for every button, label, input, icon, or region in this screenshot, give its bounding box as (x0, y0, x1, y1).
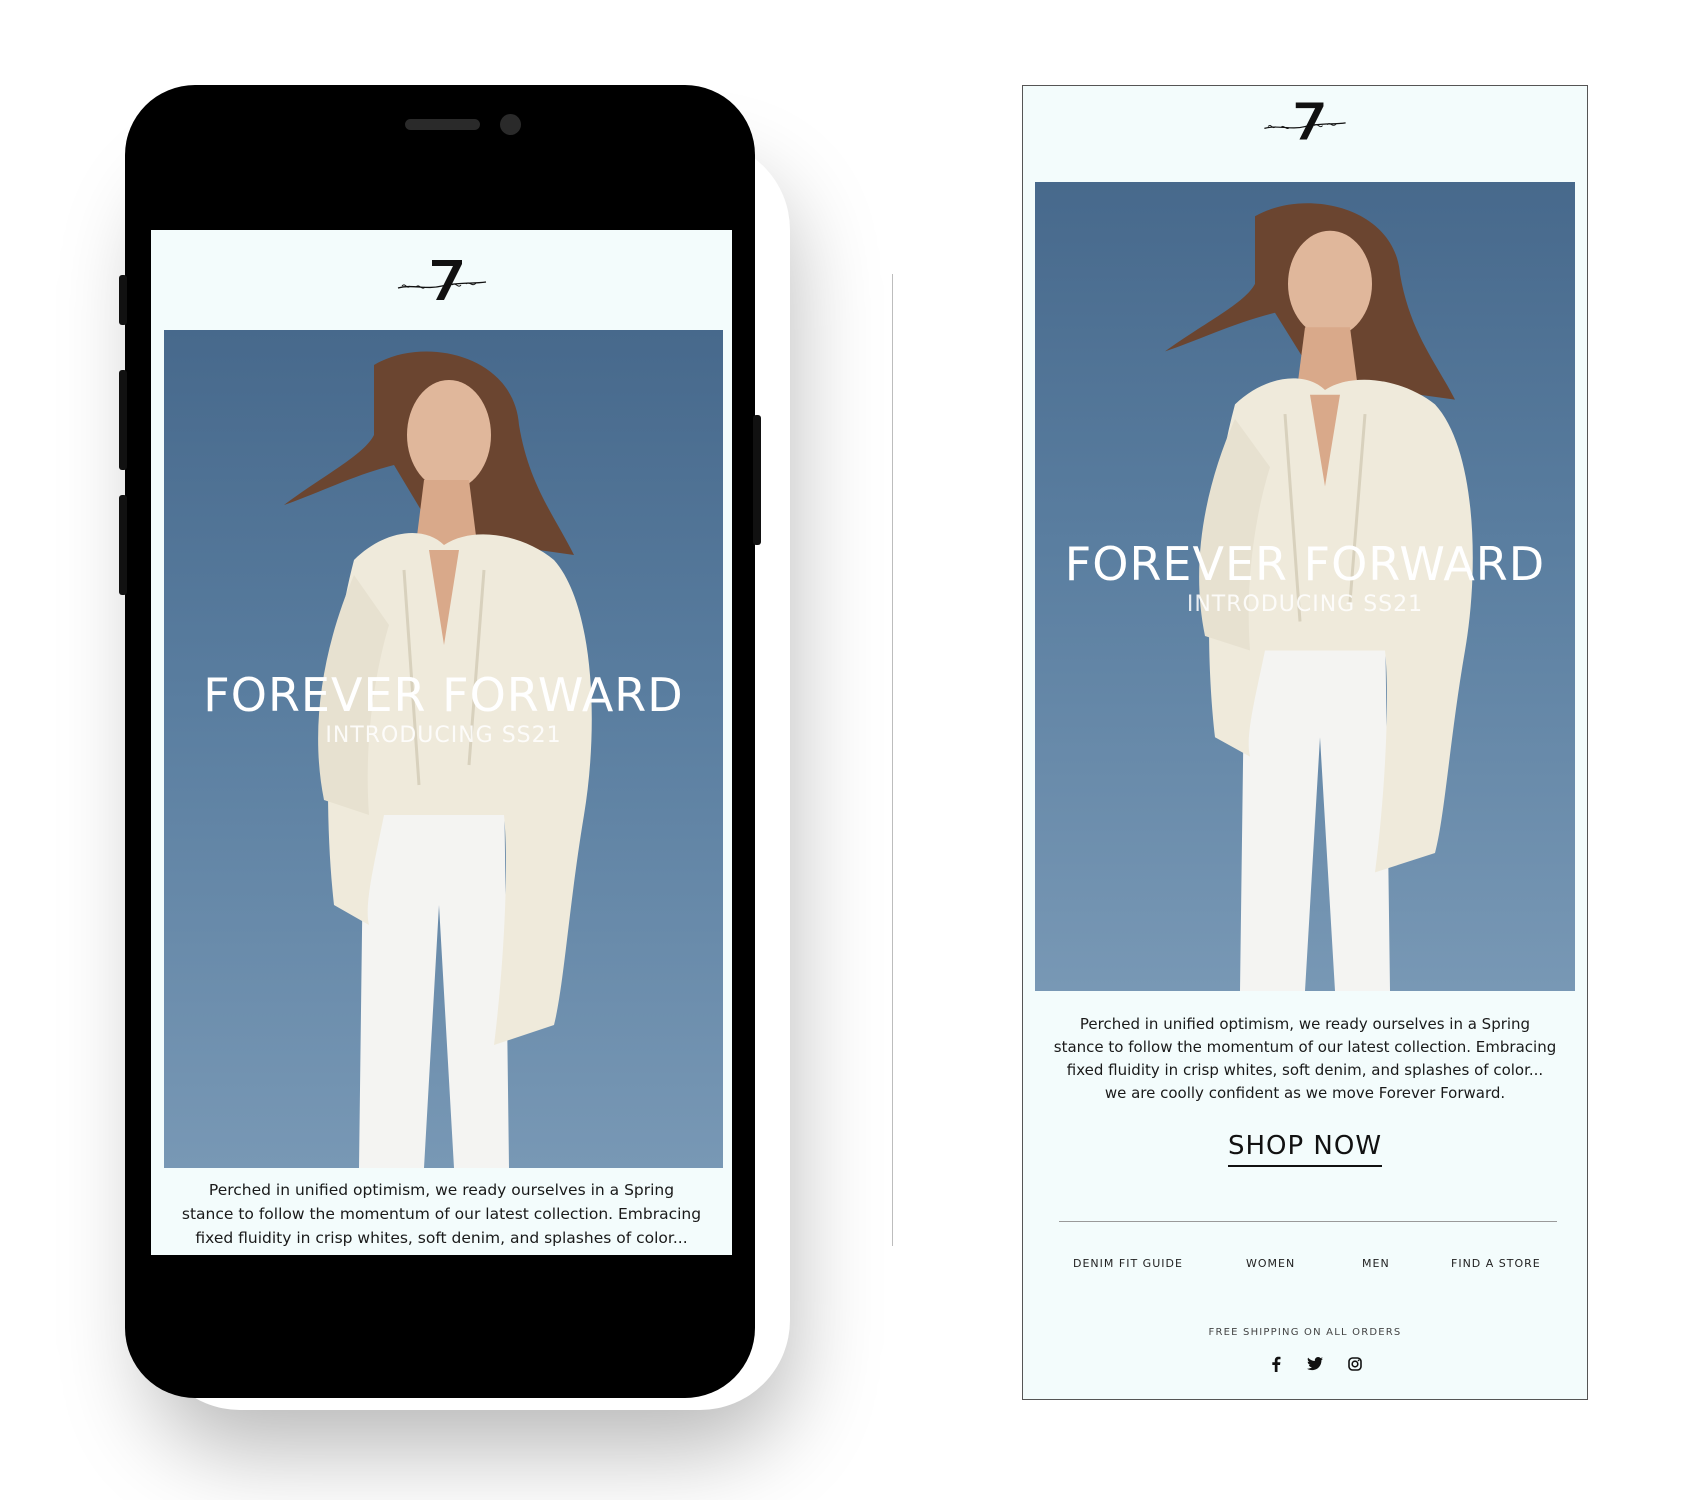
mobile-email-screen[interactable]: FOREVER FORWARD INTRODUCING SS21 Perched… (151, 230, 732, 1255)
phone-volume-up (119, 370, 127, 470)
phone-power-button (753, 415, 761, 545)
phone-speaker (405, 119, 480, 130)
phone-mockup: FOREVER FORWARD INTRODUCING SS21 Perched… (119, 85, 761, 1398)
body-line: Perched in unified optimism, we ready ou… (208, 1181, 675, 1199)
hero-subheadline: INTRODUCING SS21 (1186, 592, 1424, 617)
body-line: stance to follow the momentum of our lat… (181, 1205, 702, 1223)
body-line: fixed fluidity in crisp whites, soft den… (1066, 1061, 1544, 1079)
footer-divider (1059, 1221, 1557, 1222)
twitter-icon[interactable] (1305, 1354, 1325, 1374)
mockup-divider (892, 274, 893, 1246)
nav-denim-fit-guide[interactable]: DENIM FIT GUIDE (1073, 1257, 1183, 1270)
body-line: we are coolly confident as we move Forev… (1104, 1084, 1506, 1102)
nav-women[interactable]: WOMEN (1246, 1257, 1295, 1270)
nav-men[interactable]: MEN (1362, 1257, 1390, 1270)
instagram-icon[interactable] (1345, 1354, 1365, 1374)
hero-headline: FOREVER FORWARD (203, 668, 684, 722)
seven-logo-icon (397, 260, 486, 300)
model-photo (284, 351, 592, 1168)
shop-now-link[interactable]: SHOP NOW (1023, 1131, 1587, 1167)
shop-now-label[interactable]: SHOP NOW (1227, 1131, 1383, 1167)
hero-image[interactable]: FOREVER FORWARD INTRODUCING SS21 (1035, 182, 1575, 991)
brand-logo[interactable] (1023, 98, 1587, 143)
nav-find-a-store[interactable]: FIND A STORE (1451, 1257, 1541, 1270)
hero-subheadline: INTRODUCING SS21 (325, 723, 562, 748)
phone-volume-down (119, 495, 127, 595)
footer-nav: DENIM FIT GUIDE WOMEN MEN FIND A STORE (1023, 1257, 1587, 1275)
free-shipping-note: FREE SHIPPING ON ALL ORDERS (1208, 1327, 1402, 1338)
hero-headline: FOREVER FORWARD (1064, 537, 1546, 591)
desktop-email[interactable]: FOREVER FORWARD INTRODUCING SS21 Perched… (1022, 85, 1588, 1400)
body-copy: Perched in unified optimism, we ready ou… (1023, 1013, 1587, 1105)
hero-image[interactable]: FOREVER FORWARD INTRODUCING SS21 (164, 330, 723, 1168)
body-line: fixed fluidity in crisp whites, soft den… (195, 1229, 688, 1247)
body-line: Perched in unified optimism, we ready ou… (1079, 1015, 1531, 1033)
facebook-icon[interactable] (1266, 1354, 1286, 1374)
brand-logo[interactable] (151, 250, 732, 310)
body-line: stance to follow the momentum of our lat… (1053, 1038, 1557, 1056)
body-copy: Perched in unified optimism, we ready ou… (151, 1178, 732, 1250)
phone-camera (500, 114, 521, 135)
seven-logo-icon (1264, 102, 1346, 139)
phone-side-button (119, 275, 127, 325)
